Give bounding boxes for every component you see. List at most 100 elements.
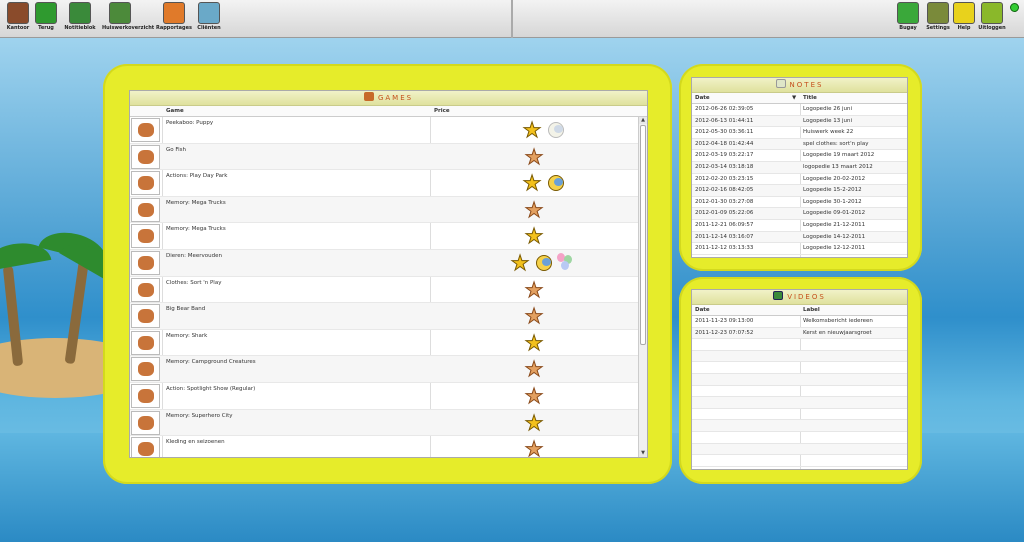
note-row[interactable]: 2011-12-14 03:16:07 Logopedie 14-12-2011	[692, 231, 907, 244]
video-row	[692, 432, 907, 444]
game-name[interactable]: Big Bear Band	[166, 306, 205, 312]
toolbar-button-label: Bugay	[899, 25, 917, 31]
column-header-title[interactable]: Title	[803, 95, 817, 101]
toolbar-button-notitieblok[interactable]: Notitieblok	[62, 2, 98, 31]
game-thumbnail-icon[interactable]	[131, 250, 160, 275]
game-thumbnail-icon[interactable]	[131, 357, 160, 382]
note-row[interactable]: 2012-06-13 01:44:11 Logopedie 13 juni	[692, 115, 907, 128]
bear-icon	[545, 172, 567, 194]
game-name[interactable]: Memory: Campground Creatures	[166, 359, 256, 365]
game-name[interactable]: Memory: Mega Trucks	[166, 200, 226, 206]
office-icon	[7, 2, 29, 24]
bronze-star-icon: ★	[524, 383, 544, 408]
game-name[interactable]: Go Fish	[166, 147, 186, 153]
toolbar-button-label: Terug	[38, 25, 54, 31]
column-header-date[interactable]: Date	[695, 95, 710, 101]
toolbar-button-uitloggen[interactable]: Uitloggen	[974, 2, 1010, 31]
note-row[interactable]: 2012-04-18 01:42:44 spel clothes: sort'n …	[692, 138, 907, 151]
video-row	[692, 339, 907, 351]
scroll-thumb[interactable]	[640, 125, 646, 345]
toolbar-button-rapportages[interactable]: Rapportages	[156, 2, 192, 31]
toolbar-button-cli-nten[interactable]: Cliënten	[191, 2, 227, 31]
row-title: logopedie 13 maart 2012	[803, 163, 873, 170]
column-header-date[interactable]: Date	[695, 307, 710, 313]
game-name[interactable]: Memory: Shark	[166, 333, 207, 339]
scroll-up-button[interactable]: ▲	[639, 117, 647, 124]
row-date: 2012-03-14 03:18:18	[695, 163, 754, 170]
game-row[interactable]: Dieren: Meervouden ★	[130, 249, 638, 277]
games-header: GAMES	[130, 91, 647, 106]
note-row[interactable]: 2012-03-19 03:22:17 Logopedie 19 maart 20…	[692, 150, 907, 162]
game-thumbnail-icon[interactable]	[131, 383, 160, 408]
game-row[interactable]: Action: Spotlight Show (Regular) ★	[130, 383, 638, 410]
game-thumbnail-icon[interactable]	[131, 171, 160, 196]
column-header-game[interactable]: Game	[166, 108, 184, 114]
note-row[interactable]: 2012-02-20 03:23:15 Logopedie 20-02-2012	[692, 174, 907, 186]
sort-desc-icon[interactable]: ▼	[792, 95, 796, 101]
game-row[interactable]: Actions: Play Day Park ★	[130, 170, 638, 197]
game-name[interactable]: Memory: Superhero City	[166, 413, 233, 419]
game-row[interactable]: Clothes: Sort 'n Play ★	[130, 277, 638, 304]
game-thumbnail-icon[interactable]	[131, 197, 160, 222]
game-name[interactable]: Peekaboo: Puppy	[166, 120, 213, 126]
note-row[interactable]: 2012-01-30 03:27:08 Logopedie 30-1-2012	[692, 197, 907, 209]
row-title: spel clothes: sort'n play	[803, 140, 869, 147]
video-row	[692, 362, 907, 374]
game-row[interactable]: Memory: Mega Trucks ★	[130, 223, 638, 250]
game-row[interactable]: Kleding en seizoenen ★	[130, 436, 638, 457]
game-thumbnail-icon[interactable]	[131, 437, 160, 457]
toolbar-button-terug[interactable]: Terug	[28, 2, 64, 31]
game-name[interactable]: Clothes: Sort 'n Play	[166, 280, 221, 286]
games-scrollbar[interactable]: ▲ ▼	[638, 117, 647, 457]
online-status-icon	[1010, 3, 1019, 12]
game-thumbnail-icon[interactable]	[131, 144, 160, 169]
video-row	[692, 455, 907, 467]
client-person-icon	[198, 2, 220, 24]
game-name[interactable]: Memory: Mega Trucks	[166, 226, 226, 232]
column-header-label[interactable]: Label	[803, 307, 820, 313]
game-row[interactable]: Big Bear Band ★	[130, 303, 638, 330]
note-row[interactable]: 2012-01-09 05:22:06 Logopedie 09-01-2012	[692, 208, 907, 220]
game-row[interactable]: Go Fish ★	[130, 143, 638, 171]
notes-column-headers: Date ▼ Title	[692, 93, 907, 104]
gold-star-icon: ★	[524, 224, 544, 249]
row-title: Logopedie 12-12-2011	[803, 245, 866, 252]
game-name[interactable]: Actions: Play Day Park	[166, 173, 227, 179]
recycle-icon	[897, 2, 919, 24]
row-date: 2012-01-30 03:27:08	[695, 198, 754, 205]
notes-header: NOTES	[692, 78, 907, 93]
row-title: Huiswerk week 22	[803, 129, 854, 136]
game-name[interactable]: Kleding en seizoenen	[166, 439, 225, 445]
note-row[interactable]: 2011-12-21 06:09:57 Logopedie 21-12-2011	[692, 220, 907, 232]
video-row[interactable]: 2011-11-23 09:13:00 Welkomsbericht iedere…	[692, 316, 907, 328]
game-thumbnail-icon[interactable]	[131, 304, 160, 329]
gold-star-icon: ★	[524, 330, 544, 355]
game-thumbnail-icon[interactable]	[131, 330, 160, 355]
note-row[interactable]: 2012-05-30 03:36:11 Huiswerk week 22	[692, 127, 907, 139]
game-row[interactable]: Memory: Campground Creatures ★	[130, 356, 638, 383]
note-row[interactable]: 2012-03-14 03:18:18 logopedie 13 maart 20…	[692, 161, 907, 174]
note-row[interactable]: 2012-06-26 02:39:05 Logopedie 26 juni	[692, 104, 907, 116]
scroll-down-button[interactable]: ▼	[639, 450, 647, 457]
game-thumbnail-icon[interactable]	[131, 410, 160, 435]
videos-panel: VIDEOS Date Label 2011-11-23 09:13:00 Wel…	[679, 277, 922, 484]
note-row[interactable]: 2011-12-12 03:13:33 Logopedie 12-12-2011	[692, 243, 907, 255]
game-row[interactable]: Memory: Mega Trucks ★	[130, 196, 638, 224]
game-thumbnail-icon[interactable]	[131, 224, 160, 249]
game-thumbnail-icon[interactable]	[131, 277, 160, 302]
game-row[interactable]: Memory: Superhero City ★	[130, 409, 638, 437]
video-row[interactable]: 2011-12-23 07:07:52 Kerst en nieuwjaarsgr…	[692, 327, 907, 340]
game-row[interactable]: Memory: Shark ★	[130, 330, 638, 357]
toolbar-button-huiswerkoverzicht[interactable]: Huiswerkoverzicht	[102, 2, 154, 31]
game-row[interactable]: Peekaboo: Puppy ★	[130, 117, 638, 144]
game-name[interactable]: Action: Spotlight Show (Regular)	[166, 386, 255, 392]
toolbar-divider	[511, 0, 513, 38]
game-thumbnail-icon[interactable]	[131, 118, 160, 142]
row-title: Logopedie 09-01-2012	[803, 210, 866, 217]
notes-panel: NOTES Date ▼ Title 2012-06-26 02:39:05 Lo…	[679, 64, 922, 271]
video-row	[692, 373, 907, 386]
column-header-price[interactable]: Price	[434, 108, 450, 114]
bear-icon	[533, 252, 555, 274]
note-row[interactable]: 2012-02-16 08:42:05 Logopedie 15-2-2012	[692, 185, 907, 197]
game-name[interactable]: Dieren: Meervouden	[166, 253, 222, 259]
